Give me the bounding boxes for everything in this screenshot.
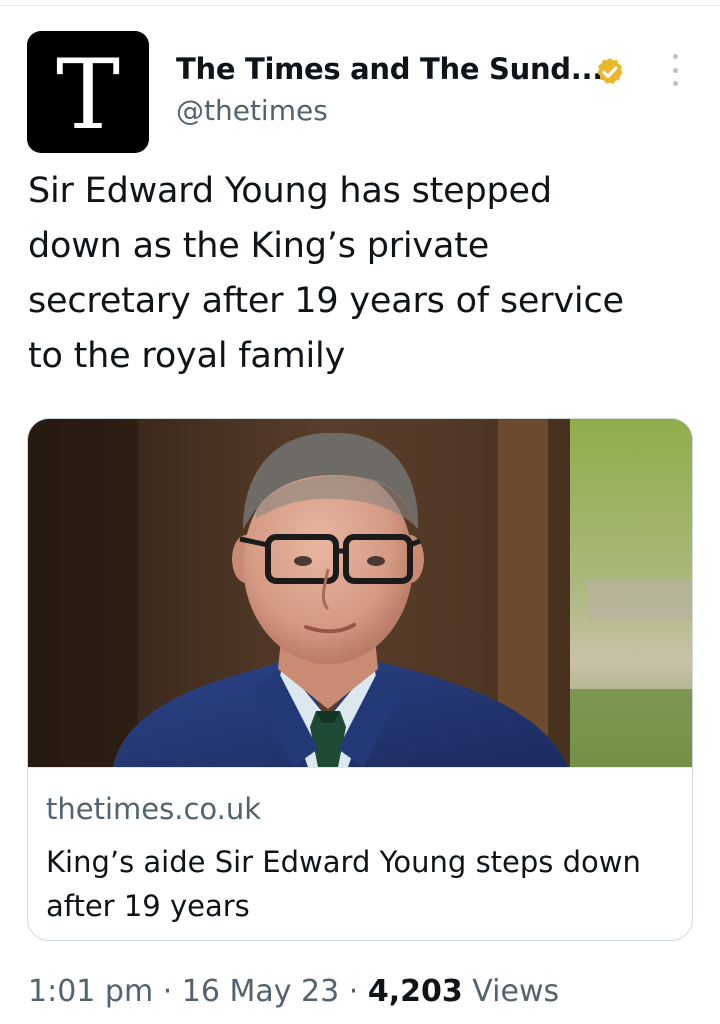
card-text[interactable]: thetimes.co.uk King’s aide Sir Edward Yo… (28, 767, 692, 940)
account-handle[interactable]: @thetimes (176, 94, 328, 127)
avatar[interactable]: T (27, 31, 149, 153)
more-options-icon[interactable] (660, 50, 690, 90)
tweet-text-line: down as the King’s private (28, 226, 490, 266)
tweet-date[interactable]: 16 May 23 (182, 974, 339, 1009)
avatar-logo-letter: T (55, 39, 121, 151)
card-image[interactable] (28, 419, 693, 767)
top-divider (0, 0, 720, 6)
verified-badge-icon[interactable] (594, 56, 626, 88)
more-dot (672, 67, 678, 73)
meta-separator: · (339, 974, 368, 1009)
tweet-meta: 1:01 pm · 16 May 23 · 4,203 Views (28, 974, 559, 1009)
card-title-line: King’s aide Sir Edward Young steps down (46, 845, 641, 879)
tweet-text-line: to the royal family (28, 336, 346, 376)
link-preview-card[interactable]: thetimes.co.uk King’s aide Sir Edward Yo… (27, 418, 693, 941)
meta-separator: · (153, 974, 182, 1009)
card-domain: thetimes.co.uk (46, 792, 262, 826)
views-label: Views (462, 974, 560, 1009)
more-dot (672, 54, 678, 59)
card-title-line: after 19 years (46, 889, 250, 923)
tweet-text: Sir Edward Young has stepped down as the… (28, 164, 688, 384)
tweet-text-line: secretary after 19 years of service (28, 281, 624, 321)
tweet-text-line: Sir Edward Young has stepped (28, 171, 552, 211)
tweet-time[interactable]: 1:01 pm (28, 974, 153, 1009)
more-dot (672, 81, 678, 86)
views-count[interactable]: 4,203 (368, 974, 463, 1009)
card-title: King’s aide Sir Edward Young steps down … (46, 840, 676, 928)
display-name[interactable]: The Times and The Sund... (176, 52, 603, 86)
